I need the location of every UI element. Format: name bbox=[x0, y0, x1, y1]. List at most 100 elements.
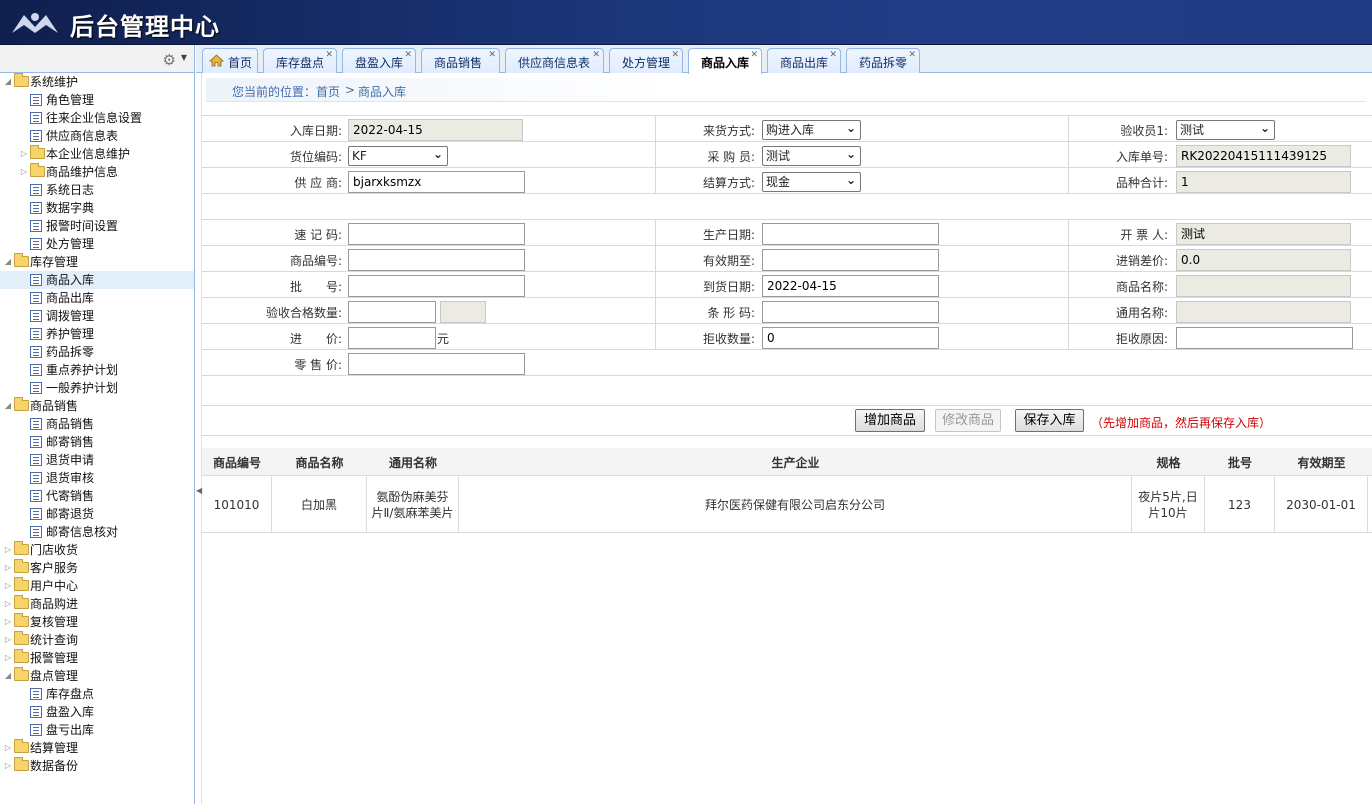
tree-folder[interactable]: ▷ 用户中心 bbox=[0, 577, 194, 595]
tree-folder[interactable]: ▷ 商品维护信息 bbox=[0, 163, 194, 181]
settle-select[interactable]: 现金 bbox=[762, 171, 861, 192]
tree-item[interactable]: 往来企业信息设置 bbox=[0, 109, 194, 127]
collapse-icon[interactable]: ◢ bbox=[2, 253, 14, 271]
in-price-input[interactable] bbox=[348, 327, 436, 349]
tree-folder[interactable]: ▷ 本企业信息维护 bbox=[0, 145, 194, 163]
tree-item[interactable]: 商品销售 bbox=[0, 415, 194, 433]
tree-folder[interactable]: ◢ 商品销售 bbox=[0, 397, 194, 415]
expiry-input[interactable] bbox=[762, 249, 939, 271]
retail-price-input[interactable] bbox=[348, 353, 525, 375]
supplier-input[interactable]: bjarxksmzx bbox=[348, 171, 525, 193]
tree-folder[interactable]: ▷ 客户服务 bbox=[0, 559, 194, 577]
tree-item[interactable]: 药品拆零 bbox=[0, 343, 194, 361]
batch-input[interactable] bbox=[348, 275, 525, 297]
tree-item[interactable]: 一般养护计划 bbox=[0, 379, 194, 397]
tree-item[interactable]: 供应商信息表 bbox=[0, 127, 194, 145]
tree-item[interactable]: 角色管理 bbox=[0, 91, 194, 109]
prod-date-input[interactable] bbox=[762, 223, 939, 245]
tree-item[interactable]: 养护管理 bbox=[0, 325, 194, 343]
tree-item[interactable]: 盘亏出库 bbox=[0, 721, 194, 739]
tab[interactable]: 商品出库 ✕ bbox=[767, 48, 841, 73]
collapse-icon[interactable]: ◢ bbox=[2, 73, 14, 91]
tree-item[interactable]: 盘盈入库 bbox=[0, 703, 194, 721]
close-icon[interactable]: ✕ bbox=[908, 50, 916, 60]
tree-folder[interactable]: ▷ 结算管理 bbox=[0, 739, 194, 757]
column-header[interactable]: 商品编号 bbox=[202, 454, 272, 471]
tree-item[interactable]: 调拨管理 bbox=[0, 307, 194, 325]
column-header[interactable]: 生产企业 bbox=[459, 454, 1132, 471]
reject-qty-input[interactable]: 0 bbox=[762, 327, 939, 349]
expand-icon[interactable]: ▷ bbox=[18, 163, 30, 181]
tree-item[interactable]: 邮寄销售 bbox=[0, 433, 194, 451]
expand-icon[interactable]: ▷ bbox=[2, 595, 14, 613]
column-header[interactable]: 有效期至 bbox=[1275, 454, 1368, 471]
tree-folder[interactable]: ▷ 数据备份 bbox=[0, 757, 194, 775]
close-icon[interactable]: ✕ bbox=[829, 50, 837, 60]
column-header[interactable]: 规格 bbox=[1132, 454, 1205, 471]
close-icon[interactable]: ✕ bbox=[592, 50, 600, 60]
tree-folder[interactable]: ▷ 商品购进 bbox=[0, 595, 194, 613]
tree-folder[interactable]: ◢ 库存管理 bbox=[0, 253, 194, 271]
tab[interactable]: 商品入库 ✕ bbox=[688, 48, 762, 74]
close-icon[interactable]: ✕ bbox=[404, 50, 412, 60]
close-icon[interactable]: ✕ bbox=[488, 50, 496, 60]
expand-icon[interactable]: ▷ bbox=[2, 613, 14, 631]
qualified-qty-input[interactable] bbox=[348, 301, 436, 323]
tree-item[interactable]: 代寄销售 bbox=[0, 487, 194, 505]
tree-folder[interactable]: ▷ 门店收货 bbox=[0, 541, 194, 559]
table-row[interactable]: 101010 白加黑 氨酚伪麻美芬片Ⅱ/氨麻苯美片 拜尔医药保健有限公司启东分公司 夜片… bbox=[202, 476, 1372, 533]
expand-icon[interactable]: ▷ bbox=[2, 541, 14, 559]
expand-icon[interactable]: ▷ bbox=[2, 631, 14, 649]
tree-item[interactable]: 邮寄信息核对 bbox=[0, 523, 194, 541]
tab[interactable]: 供应商信息表 ✕ bbox=[505, 48, 604, 73]
tree-folder[interactable]: ▷ 统计查询 bbox=[0, 631, 194, 649]
tab[interactable]: 首页 bbox=[202, 48, 258, 73]
tree-item[interactable]: 退货申请 bbox=[0, 451, 194, 469]
location-select[interactable]: KF bbox=[348, 145, 448, 166]
tree-item[interactable]: 库存盘点 bbox=[0, 685, 194, 703]
goods-no-input[interactable] bbox=[348, 249, 525, 271]
tree-item[interactable]: 数据字典 bbox=[0, 199, 194, 217]
arrive-date-input[interactable]: 2022-04-15 bbox=[762, 275, 939, 297]
tab[interactable]: 库存盘点 ✕ bbox=[263, 48, 337, 73]
collapse-icon[interactable]: ◢ bbox=[2, 397, 14, 415]
tree-folder[interactable]: ◢ 系统维护 bbox=[0, 73, 194, 91]
close-icon[interactable]: ✕ bbox=[671, 50, 679, 60]
column-header[interactable]: 通用名称 bbox=[367, 454, 459, 471]
tree-item[interactable]: 商品入库 bbox=[0, 271, 194, 289]
expand-icon[interactable]: ▷ bbox=[2, 757, 14, 775]
buyer-select[interactable]: 测试 bbox=[762, 145, 861, 166]
column-header[interactable]: 商品名称 bbox=[272, 454, 367, 471]
tree-item[interactable]: 处方管理 bbox=[0, 235, 194, 253]
save-stock-in-button[interactable]: 保存入库 bbox=[1015, 409, 1084, 432]
add-goods-button[interactable]: 增加商品 bbox=[855, 409, 925, 432]
collapse-icon[interactable]: ◢ bbox=[2, 667, 14, 685]
source-select[interactable]: 购进入库 bbox=[762, 119, 861, 140]
inspector1-select[interactable]: 测试 bbox=[1176, 119, 1275, 140]
quick-code-input[interactable] bbox=[348, 223, 525, 245]
tree-item[interactable]: 商品出库 bbox=[0, 289, 194, 307]
tree-folder[interactable]: ▷ 报警管理 bbox=[0, 649, 194, 667]
close-icon[interactable]: ✕ bbox=[325, 50, 333, 60]
tab[interactable]: 处方管理 ✕ bbox=[609, 48, 683, 73]
tree-folder[interactable]: ▷ 复核管理 bbox=[0, 613, 194, 631]
close-icon[interactable]: ✕ bbox=[750, 50, 758, 60]
breadcrumb-home[interactable]: 首页 bbox=[316, 83, 340, 100]
expand-icon[interactable]: ▷ bbox=[2, 649, 14, 667]
tree-item[interactable]: 退货审核 bbox=[0, 469, 194, 487]
tree-item[interactable]: 重点养护计划 bbox=[0, 361, 194, 379]
expand-icon[interactable]: ▷ bbox=[2, 559, 14, 577]
tree-item[interactable]: 邮寄退货 bbox=[0, 505, 194, 523]
tab[interactable]: 药品拆零 ✕ bbox=[846, 48, 920, 73]
barcode-input[interactable] bbox=[762, 301, 939, 323]
expand-icon[interactable]: ▷ bbox=[2, 577, 14, 595]
gear-icon[interactable]: ⚙ bbox=[163, 51, 176, 69]
tree-folder[interactable]: ◢ 盘点管理 bbox=[0, 667, 194, 685]
reject-reason-input[interactable] bbox=[1176, 327, 1353, 349]
chevron-down-icon[interactable]: ▼ bbox=[181, 53, 187, 62]
column-header[interactable]: 批号 bbox=[1205, 454, 1275, 471]
expand-icon[interactable]: ▷ bbox=[18, 145, 30, 163]
tab[interactable]: 盘盈入库 ✕ bbox=[342, 48, 416, 73]
edit-goods-button[interactable]: 修改商品 bbox=[935, 409, 1001, 432]
tab[interactable]: 商品销售 ✕ bbox=[421, 48, 500, 73]
